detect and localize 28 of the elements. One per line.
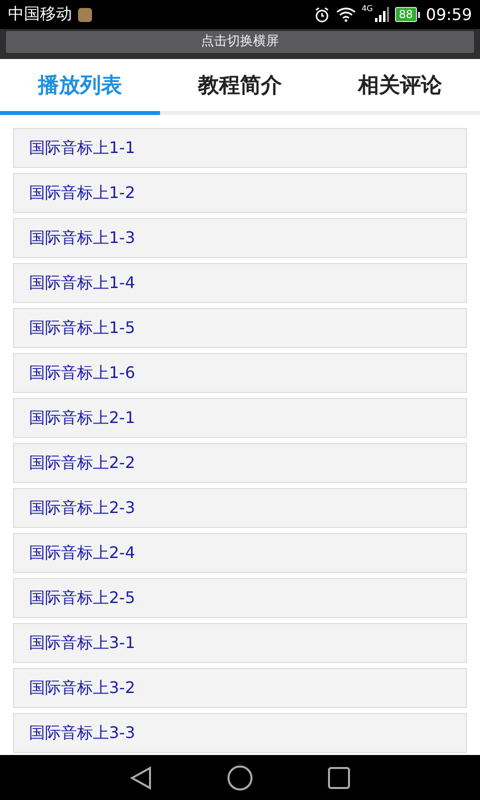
playlist-item[interactable]: 国际音标上2-4 [13,533,467,573]
playlist-item[interactable]: 国际音标上3-1 [13,623,467,663]
back-icon[interactable] [130,766,152,790]
tab[interactable]: 教程简介 [160,59,320,115]
carrier-name: 中国移动 [8,4,72,25]
playlist-item[interactable]: 国际音标上3-3 [13,713,467,753]
clock-time: 09:59 [426,5,472,24]
playlist-item[interactable]: 国际音标上2-3 [13,488,467,528]
alarm-icon [314,6,330,22]
playlist-item[interactable]: 国际音标上1-3 [13,218,467,258]
playlist-item[interactable]: 国际音标上1-2 [13,173,467,213]
tab[interactable]: 相关评论 [320,59,480,115]
recents-icon[interactable] [328,766,350,788]
playlist-item[interactable]: 国际音标上1-6 [13,353,467,393]
battery-level: 88 [394,7,417,22]
home-icon[interactable] [227,764,253,790]
rotate-screen-button[interactable]: 点击切换横屏 [6,31,474,53]
playlist-item[interactable]: 国际音标上2-1 [13,398,467,438]
playlist-item[interactable]: 国际音标上1-5 [13,308,467,348]
playlist-item[interactable]: 国际音标上2-2 [13,443,467,483]
wifi-icon [336,7,356,22]
playlist-item[interactable]: 国际音标上1-1 [13,128,467,168]
network-type: 4G [362,4,373,13]
signal-icon [374,7,389,22]
playlist-item[interactable]: 国际音标上1-4 [13,263,467,303]
playlist-item[interactable]: 国际音标上3-2 [13,668,467,708]
app-icon [78,8,92,22]
playlist-item[interactable]: 国际音标上2-5 [13,578,467,618]
